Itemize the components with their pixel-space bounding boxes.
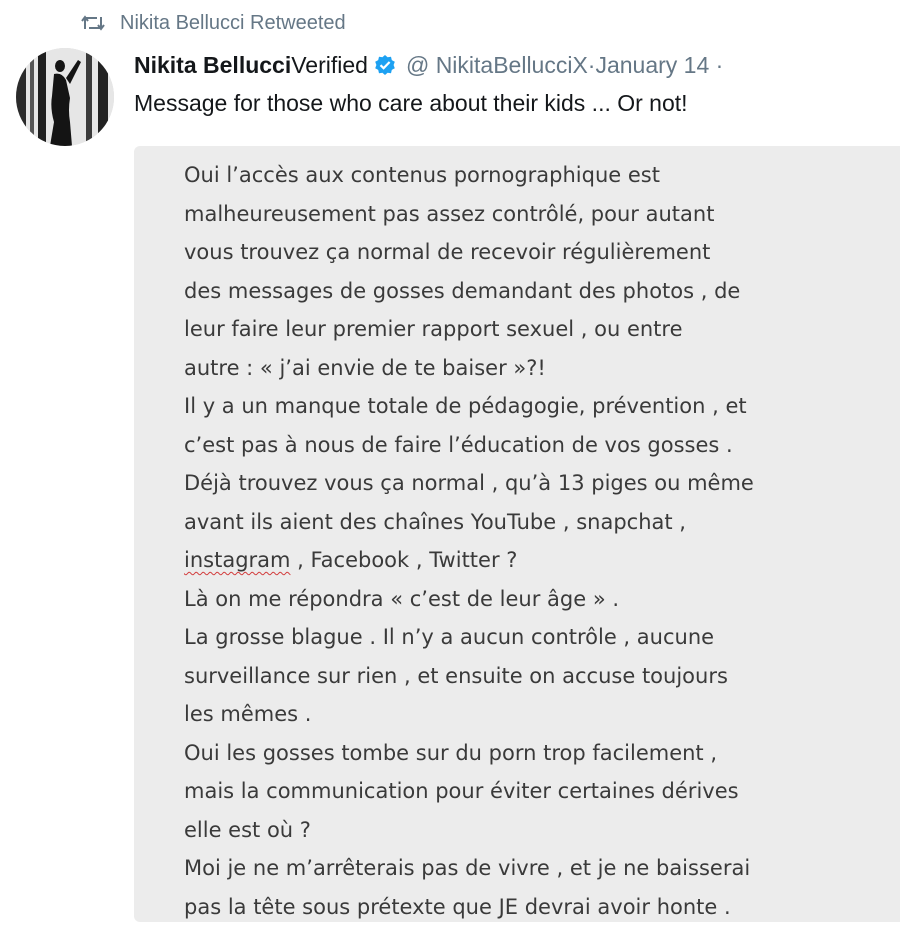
retweet-label[interactable]: Nikita Bellucci Retweeted [120,12,346,35]
image-text-line: avant ils aient des chaînes YouTube , sn… [184,509,686,534]
verified-badge-icon [375,55,395,75]
image-text-line: malheureusement pas assez contrôlé, pour… [184,201,715,226]
retweet-indicator: Nikita Bellucci Retweeted [80,8,346,38]
user-handle[interactable]: @ NikitaBellucciX [406,52,588,79]
image-text-line-spellcheck: instagram , Facebook , Twitter ? [184,541,754,580]
separator-dot: · [587,51,596,78]
retweet-icon [81,15,105,31]
tweet-date[interactable]: January 14 · [595,52,723,79]
image-text-line: Là on me répondra « c’est de leur âge » … [184,586,620,611]
image-text-line: Moi je ne m’arrêterais pas de vivre , et… [184,856,751,880]
image-text-line: autre : « j’ai envie de te baiser »?! [184,355,546,380]
image-text-line: les mêmes . [184,702,312,726]
image-text-line: c’est pas à nous de faire l’éducation de… [184,432,733,457]
profile-photo [16,48,114,146]
image-text-line: La grosse blague . Il n’y a aucun contrô… [184,625,715,649]
image-text-line: leur faire leur premier rapport sexuel ,… [184,317,683,341]
image-text-line: mais la communication pour éviter certai… [184,779,739,803]
tweet-text: Message for those who care about their k… [134,90,688,116]
display-name[interactable]: Nikita Bellucci [134,52,291,79]
image-text-line-rest: , Facebook , Twitter ? [290,548,518,572]
tweet-header: Nikita Bellucci Verified @ NikitaBellucc… [134,48,723,82]
image-text-line: surveillance sur rien , et ensuite on ac… [184,663,728,688]
image-text-line: elle est où ? [184,817,311,842]
verified-label: Verified [291,51,368,78]
image-text-line: Oui les gosses tombe sur du porn trop fa… [184,740,718,765]
image-text-line: Oui l’accès aux contenus pornographique … [184,163,660,187]
image-text-line: Déjà trouvez vous ça normal , qu’à 13 pi… [184,471,754,495]
image-text-line: vous trouvez ça normal de recevoir régul… [184,240,711,264]
image-text-line: Il y a un manque totale de pédagogie, pr… [184,394,747,418]
tweet-image[interactable]: Oui l’accès aux contenus pornographique … [134,146,900,922]
avatar[interactable] [16,48,114,146]
image-text-line: pas la tête sous prétexte que JE devrai … [184,894,731,919]
image-text-block: Oui l’accès aux contenus pornographique … [184,156,754,922]
image-text-line: des messages de gosses demandant des pho… [184,278,741,303]
spell-error-word: instagram [184,548,291,572]
